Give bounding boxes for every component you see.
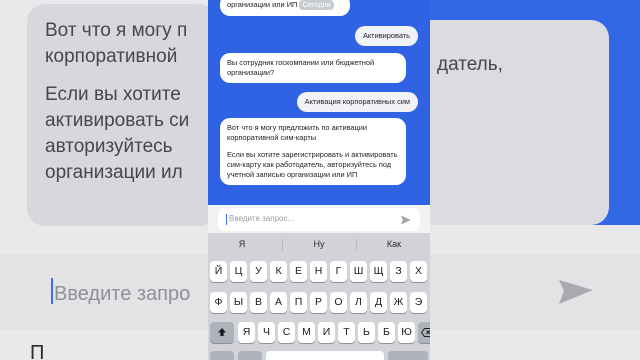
key[interactable]: Ш — [350, 261, 367, 282]
background-text: Если вы хотите активировать си авторизуйте… — [45, 84, 190, 183]
return-key[interactable] — [388, 351, 428, 360]
key[interactable]: Г — [330, 261, 347, 282]
key[interactable]: Ю — [398, 322, 415, 343]
key[interactable]: О — [330, 292, 347, 313]
key[interactable]: П — [290, 292, 307, 313]
user-message: Активировать — [354, 26, 418, 46]
key[interactable]: С — [278, 322, 295, 343]
key[interactable]: Ь — [358, 322, 375, 343]
message-text: Если вы хотите зарегистрировать и активи… — [227, 150, 398, 179]
key[interactable]: Н — [310, 261, 327, 282]
keyboard-row-4 — [208, 351, 430, 360]
background-send-icon — [559, 280, 593, 304]
background-text: датель, — [437, 54, 503, 75]
background-message-card: датель, — [419, 20, 609, 225]
numbers-key[interactable] — [210, 351, 234, 360]
message-text: Вы сотрудник госкомпании или бюджетной о… — [227, 58, 375, 77]
background-input-placeholder: Введите запро — [54, 283, 191, 305]
keyboard-row-3: Я Ч С М И Т Ь Б Ю — [208, 322, 430, 346]
key[interactable]: Й — [210, 261, 227, 282]
key[interactable]: Т — [338, 322, 355, 343]
bot-message: Вот что я могу предложить по активации к… — [220, 118, 406, 185]
background-caret — [51, 278, 53, 304]
background-bottom-text: П — [30, 342, 49, 360]
backspace-key[interactable] — [418, 322, 430, 343]
key[interactable]: К — [270, 261, 287, 282]
key[interactable]: Ы — [230, 292, 247, 313]
key[interactable]: Э — [410, 292, 427, 313]
message-text: Активировать — [362, 31, 410, 40]
phone-screen: организации или ИП Сегодня Активировать В… — [208, 0, 430, 360]
key[interactable]: Р — [310, 292, 327, 313]
suggestion-item[interactable]: Я — [212, 239, 272, 249]
key[interactable]: У — [250, 261, 267, 282]
message-input-placeholder: Введите запрос... — [229, 214, 295, 223]
key[interactable]: З — [390, 261, 407, 282]
backspace-icon — [421, 328, 430, 337]
screen: Вот что я могу п корпоративной Если вы хо… — [0, 0, 640, 360]
key[interactable]: Ж — [390, 292, 407, 313]
key[interactable]: Я — [238, 322, 255, 343]
composer-bar: Введите запрос... — [208, 205, 430, 233]
space-key[interactable] — [266, 351, 384, 360]
shift-icon — [218, 328, 226, 336]
background-message-card: Вот что я могу п корпоративной Если вы хо… — [27, 4, 217, 226]
suggestion-divider — [282, 239, 283, 251]
message-text: Вот что я могу предложить по активации к… — [227, 123, 368, 142]
suggestion-divider — [356, 239, 357, 251]
suggestion-bar: Я Ну Как — [208, 233, 430, 257]
user-message: Активация корпоративных сим — [296, 92, 418, 112]
keyboard-row-2: Ф Ы В А П Р О Л Д Ж Э — [208, 292, 430, 316]
suggestion-item[interactable]: Как — [364, 239, 424, 249]
chat-area[interactable]: организации или ИП Сегодня Активировать В… — [208, 0, 430, 205]
text-caret — [226, 214, 227, 225]
globe-key[interactable] — [238, 351, 262, 360]
key[interactable]: Ц — [230, 261, 247, 282]
message-text: Активация корпоративных сим — [304, 97, 410, 106]
key[interactable]: Ф — [210, 292, 227, 313]
key[interactable]: А — [270, 292, 287, 313]
key[interactable]: М — [298, 322, 315, 343]
send-icon[interactable] — [400, 214, 412, 226]
shift-key[interactable] — [210, 322, 234, 343]
key[interactable]: Д — [370, 292, 387, 313]
keyboard-row-1: Й Ц У К Е Н Г Ш Щ З Х — [208, 261, 430, 285]
key[interactable]: В — [250, 292, 267, 313]
key[interactable]: И — [318, 322, 335, 343]
bot-message: Вы сотрудник госкомпании или бюджетной о… — [220, 53, 406, 83]
background-text: Вот что я могу п корпоративной — [45, 20, 188, 67]
keyboard: Я Ну Как Й Ц У К Е Н Г Ш Щ З Х Ф Ы В А П… — [208, 233, 430, 360]
message-text: организации или ИП — [227, 0, 298, 9]
key[interactable]: Л — [350, 292, 367, 313]
key[interactable]: Щ — [370, 261, 387, 282]
bot-message: организации или ИП Сегодня — [220, 0, 350, 16]
key[interactable]: Е — [290, 261, 307, 282]
key[interactable]: Х — [410, 261, 427, 282]
date-chip: Сегодня — [299, 0, 334, 10]
suggestion-item[interactable]: Ну — [289, 239, 349, 249]
background-chat-area: датель, — [419, 0, 640, 225]
key[interactable]: Б — [378, 322, 395, 343]
message-input[interactable]: Введите запрос... — [218, 208, 420, 231]
key[interactable]: Ч — [258, 322, 275, 343]
